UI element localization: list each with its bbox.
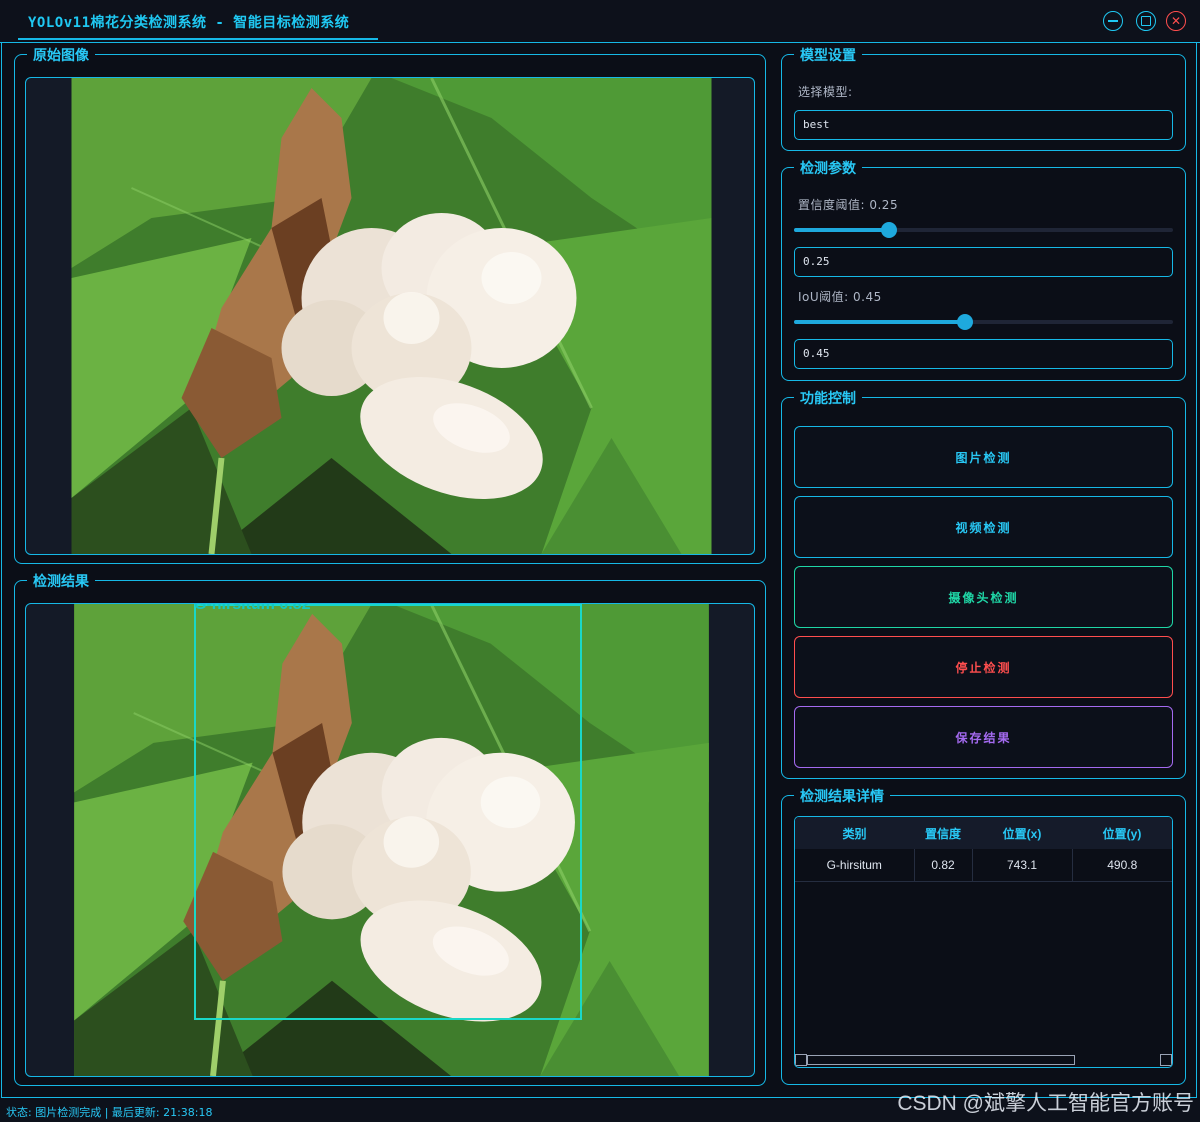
confidence-input[interactable]: 0.25 xyxy=(794,247,1173,277)
stop-detect-button[interactable]: 停止检测 xyxy=(794,636,1173,698)
scrollbar-thumb[interactable] xyxy=(807,1055,1075,1065)
original-image-frame xyxy=(25,77,755,555)
horizontal-scrollbar[interactable] xyxy=(795,1053,1172,1067)
title-bar: YOLOv11棉花分类检测系统 - 智能目标检测系统 ✕ xyxy=(0,0,1200,43)
table-row[interactable]: G-hirsitum 0.82 743.1 490.8 xyxy=(795,849,1172,882)
confidence-slider[interactable] xyxy=(794,222,1173,238)
function-controls-group: 功能控制 图片检测 视频检测 摄像头检测 停止检测 保存结果 xyxy=(781,388,1186,779)
detection-label: G-hirsitum 0.82 xyxy=(194,603,311,613)
function-controls-title: 功能控制 xyxy=(794,388,862,408)
confidence-slider-handle[interactable] xyxy=(880,222,897,238)
cell-confidence: 0.82 xyxy=(914,849,973,882)
confidence-label: 置信度阈值: 0.25 xyxy=(798,198,899,212)
cell-x: 743.1 xyxy=(972,849,1073,882)
iou-slider-handle[interactable] xyxy=(956,314,973,330)
column-header-class[interactable]: 类别 xyxy=(795,817,914,849)
minimize-icon[interactable] xyxy=(1103,11,1123,31)
column-header-confidence[interactable]: 置信度 xyxy=(914,817,972,849)
detection-details-title: 检测结果详情 xyxy=(794,786,890,806)
iou-input[interactable]: 0.45 xyxy=(794,339,1173,369)
detection-table[interactable]: 类别 置信度 位置(x) 位置(y) G-hirsitum 0.82 743.1… xyxy=(794,816,1173,1068)
detection-box: G-hirsitum 0.82 xyxy=(194,604,582,1020)
maximize-icon[interactable] xyxy=(1136,11,1156,31)
scroll-right-button[interactable] xyxy=(1160,1054,1172,1066)
status-text: 状态: 图片检测完成 | 最后更新: 21:38:18 xyxy=(6,1106,213,1119)
model-settings-title: 模型设置 xyxy=(794,45,862,65)
column-header-x[interactable]: 位置(x) xyxy=(972,817,1072,849)
detection-details-group: 检测结果详情 类别 置信度 位置(x) 位置(y) G-hirsitum 0.8… xyxy=(781,786,1186,1085)
column-header-y[interactable]: 位置(y) xyxy=(1072,817,1172,849)
title-underline xyxy=(18,38,378,40)
video-detect-button[interactable]: 视频检测 xyxy=(794,496,1173,558)
detection-params-title: 检测参数 xyxy=(794,158,862,178)
model-settings-group: 模型设置 选择模型: best xyxy=(781,45,1186,151)
cell-y: 490.8 xyxy=(1072,849,1172,882)
scroll-left-button[interactable] xyxy=(795,1054,807,1066)
camera-detect-button[interactable]: 摄像头检测 xyxy=(794,566,1173,628)
iou-label: IoU阈值: 0.45 xyxy=(798,290,882,304)
cell-class: G-hirsitum xyxy=(795,849,915,882)
result-image-title: 检测结果 xyxy=(27,571,95,591)
table-header-row: 类别 置信度 位置(x) 位置(y) xyxy=(795,817,1172,849)
watermark: CSDN @斌擎人工智能官方账号 xyxy=(897,1092,1194,1115)
original-image-group: 原始图像 xyxy=(14,45,766,564)
select-model-label: 选择模型: xyxy=(798,85,853,99)
result-image-frame: G-hirsitum 0.82 xyxy=(25,603,755,1077)
save-result-button[interactable]: 保存结果 xyxy=(794,706,1173,768)
iou-slider[interactable] xyxy=(794,314,1173,330)
detection-params-group: 检测参数 置信度阈值: 0.25 0.25 IoU阈值: 0.45 0.45 xyxy=(781,158,1186,381)
close-icon[interactable]: ✕ xyxy=(1166,11,1186,31)
result-image-group: 检测结果 G-hirsitum 0.82 xyxy=(14,571,766,1086)
image-detect-button[interactable]: 图片检测 xyxy=(794,426,1173,488)
model-select[interactable]: best xyxy=(794,110,1173,140)
window-title: YOLOv11棉花分类检测系统 - 智能目标检测系统 xyxy=(28,15,350,31)
original-image-title: 原始图像 xyxy=(27,45,95,65)
original-image xyxy=(71,78,712,554)
